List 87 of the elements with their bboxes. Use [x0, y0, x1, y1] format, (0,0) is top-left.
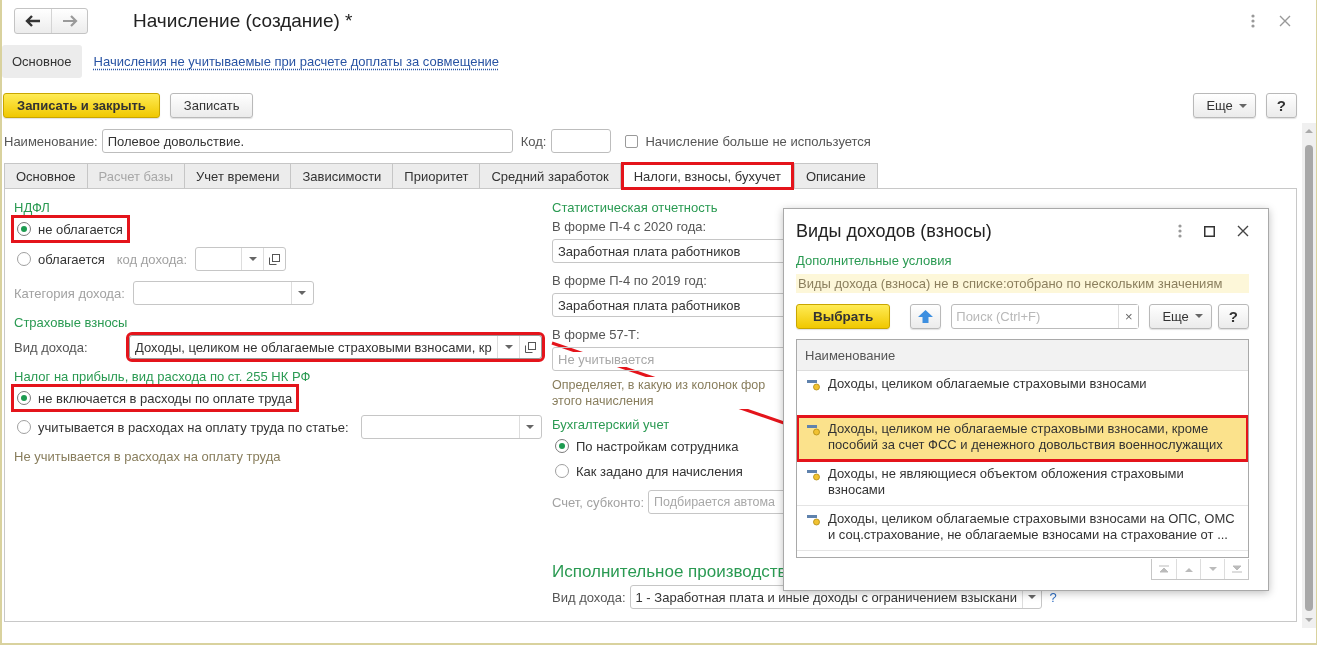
tab[interactable]: Средний заработок [479, 163, 621, 188]
clear-button[interactable]: × [1118, 304, 1139, 328]
caret-icon [1194, 314, 1203, 318]
squares-icon [269, 253, 281, 265]
save-button[interactable]: Записать [169, 93, 254, 118]
catalog-item-icon [807, 514, 821, 526]
section-heading: Налог на прибыль, вид расхода по ст. 255 НК РФ [14, 369, 311, 385]
maximize-icon[interactable] [1204, 225, 1215, 237]
field-label: В форме 57-Т: [552, 327, 640, 342]
help-link[interactable]: ? [1049, 589, 1057, 605]
window-title: Начисление (создание) * [133, 10, 353, 32]
caret-icon [1238, 103, 1247, 108]
radio-icon[interactable] [555, 464, 569, 478]
catalog-item-icon [807, 424, 821, 436]
expense-article-select[interactable] [360, 415, 542, 439]
section-heading: Статистическая отчетность [552, 200, 718, 216]
hint-text: Определяет, в какую из колонок фор этого начисления [552, 377, 766, 409]
list-row[interactable]: Доходы, целиком облагаемые страховыми взносами на ОПС, ОМС и соц.страхование, не облагаемые взносами на страхование от ... [797, 506, 1248, 551]
field-label: В форме П-4 с 2020 года: [552, 219, 707, 234]
field-label: Наименование: [4, 133, 98, 149]
income-type-select[interactable]: Доходы, целиком не облагаемые страховыми взносами, кр [129, 335, 542, 359]
column-header[interactable]: Наименование [797, 340, 1248, 371]
close-icon[interactable] [1237, 225, 1249, 237]
section-heading: НДФЛ [14, 200, 50, 216]
radio-icon[interactable] [17, 420, 31, 434]
section-heading: Исполнительное производств [552, 562, 787, 582]
radio-button[interactable]: не включается в расходы по оплате труда [14, 387, 297, 409]
more-button[interactable]: Еще [1149, 303, 1212, 329]
caret-icon [504, 345, 513, 349]
help-button[interactable]: ? [1217, 303, 1249, 329]
checkbox[interactable]: Начисление больше не используется [625, 133, 871, 149]
dialog-title: Виды доходов (взносы) [796, 220, 993, 242]
squares-icon [525, 341, 536, 353]
more-button[interactable]: Еще [1193, 93, 1256, 118]
radio-button[interactable]: облагается [14, 248, 109, 270]
select-button[interactable]: Выбрать [796, 303, 891, 329]
section-heading: Страховые взносы [14, 315, 128, 331]
radio-button[interactable]: Как задано для начисления [552, 460, 747, 482]
name-field[interactable]: Полевое довольствие. [101, 129, 513, 153]
field-label: Вид дохода: [552, 589, 626, 605]
help-button[interactable]: ? [1265, 93, 1297, 118]
code-select[interactable] [195, 247, 287, 271]
radio-button[interactable]: не облагается [14, 218, 127, 240]
field-label: Категория дохода: [14, 285, 125, 301]
caret-icon [526, 425, 535, 429]
field-label: Счет, субконто: [552, 494, 645, 510]
tab[interactable]: Зависимости [290, 163, 394, 188]
category-select[interactable] [132, 281, 314, 305]
up-level-button[interactable] [910, 303, 942, 329]
list-row[interactable]: Доходы, целиком не облагаемые страховыми взносами, кроме пособий за счет ФСС и денежного довольствия военнослужащих [797, 416, 1248, 461]
field-label: Вид дохода: [14, 339, 89, 355]
tab[interactable]: Описание [793, 163, 878, 188]
caret-icon [1027, 595, 1036, 599]
section-tab[interactable]: Основное [2, 45, 82, 78]
more-options-icon[interactable] [1251, 14, 1255, 28]
more-options-icon[interactable] [1178, 224, 1182, 238]
radio-icon[interactable] [555, 439, 569, 453]
radio-icon[interactable] [17, 222, 31, 236]
code-field[interactable] [551, 129, 612, 153]
section-link[interactable]: Начисления не учитываемые при расчете доплаты за совмещение [93, 54, 500, 69]
radio-button[interactable]: По настройкам сотрудника [552, 435, 743, 457]
section-heading: Бухгалтерский учет [552, 417, 670, 433]
search-field[interactable]: Поиск (Ctrl+F) × [951, 303, 1140, 329]
field-label: В форме П-4 по 2019 год: [552, 273, 707, 288]
list-row[interactable]: Доходы, не являющиеся объектом обложения страховыми взносами [797, 461, 1248, 506]
scroll-first-icon [1158, 565, 1170, 573]
filter-info: Виды дохода (взноса) не в списке:отобрано по нескольким значениям [796, 274, 1249, 293]
radio-icon[interactable] [17, 391, 31, 405]
scrollbar-drawing[interactable] [1302, 123, 1316, 628]
catalog-item-icon [807, 469, 821, 481]
radio-icon[interactable] [17, 252, 31, 266]
tab[interactable]: Основное [4, 163, 88, 188]
tab[interactable]: Приоритет [392, 163, 481, 188]
up-arrow-icon [918, 309, 934, 323]
right-arrow-icon [61, 15, 78, 27]
tab[interactable]: Учет времени [184, 163, 292, 188]
tab[interactable]: Налоги, взносы, бухучет [621, 163, 793, 189]
field-label: код дохода: [116, 251, 188, 267]
caret-icon [248, 257, 257, 261]
scroll-last-icon [1230, 565, 1243, 573]
save-close-button[interactable]: Записать и закрыть [3, 93, 160, 118]
radio-button[interactable]: учитывается в расходах на оплату труда по статье: [14, 416, 353, 438]
left-arrow-icon [25, 15, 41, 27]
caret-icon [298, 291, 307, 295]
hint-text: Не учитывается в расходах на оплату труда [14, 449, 281, 465]
field-label: Код: [520, 133, 547, 149]
catalog-item-icon [807, 379, 821, 391]
